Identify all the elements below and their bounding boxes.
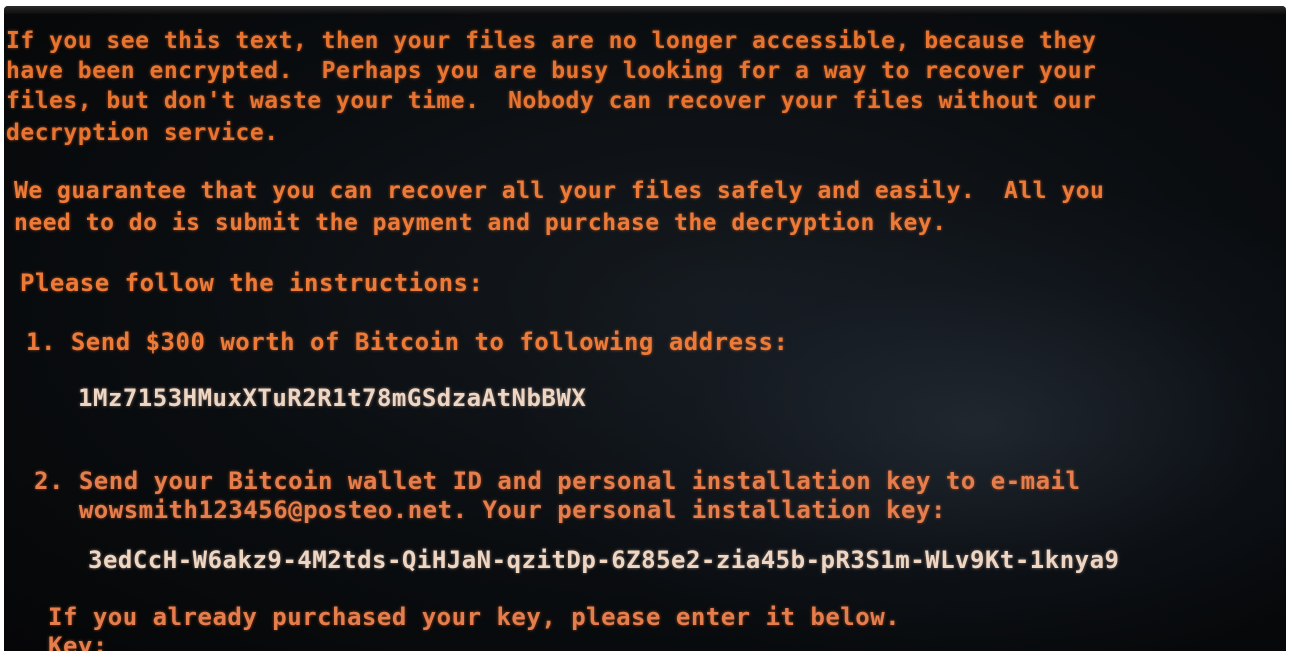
step-1-text: 1. Send $300 worth of Bitcoin to followi… bbox=[26, 328, 789, 356]
step-2-line-1: 2. Send your Bitcoin wallet ID and perso… bbox=[34, 467, 1081, 495]
photo-frame: If you see this text, then your files ar… bbox=[0, 0, 1290, 653]
guarantee-line-2: need to do is submit the payment and pur… bbox=[14, 210, 947, 236]
guarantee-line-1: We guarantee that you can recover all yo… bbox=[14, 178, 1105, 204]
ransom-screen: If you see this text, then your files ar… bbox=[4, 6, 1286, 651]
intro-line-3: files, but don't waste your time. Nobody… bbox=[6, 88, 1097, 114]
instructions-heading: Please follow the instructions: bbox=[20, 269, 484, 297]
intro-line-1: If you see this text, then your files ar… bbox=[6, 28, 1097, 54]
screen-glare bbox=[524, 196, 1284, 651]
installation-key: 3edCcH-W6akz9-4M2tds-QiHJaN-qzitDp-6Z85e… bbox=[88, 546, 1120, 574]
monitor-bezel bbox=[4, 6, 1286, 14]
bitcoin-address: 1Mz7153HMuxXTuR2R1t78mGSdzaAtNbBWX bbox=[78, 384, 587, 412]
key-input-label[interactable]: Key: bbox=[48, 632, 108, 651]
step-2-line-2: wowsmith123456@posteo.net. Your personal… bbox=[34, 496, 946, 524]
intro-line-4: decryption service. bbox=[6, 120, 279, 146]
intro-line-2: have been encrypted. Perhaps you are bus… bbox=[6, 58, 1097, 84]
purchased-prompt: If you already purchased your key, pleas… bbox=[48, 603, 901, 631]
